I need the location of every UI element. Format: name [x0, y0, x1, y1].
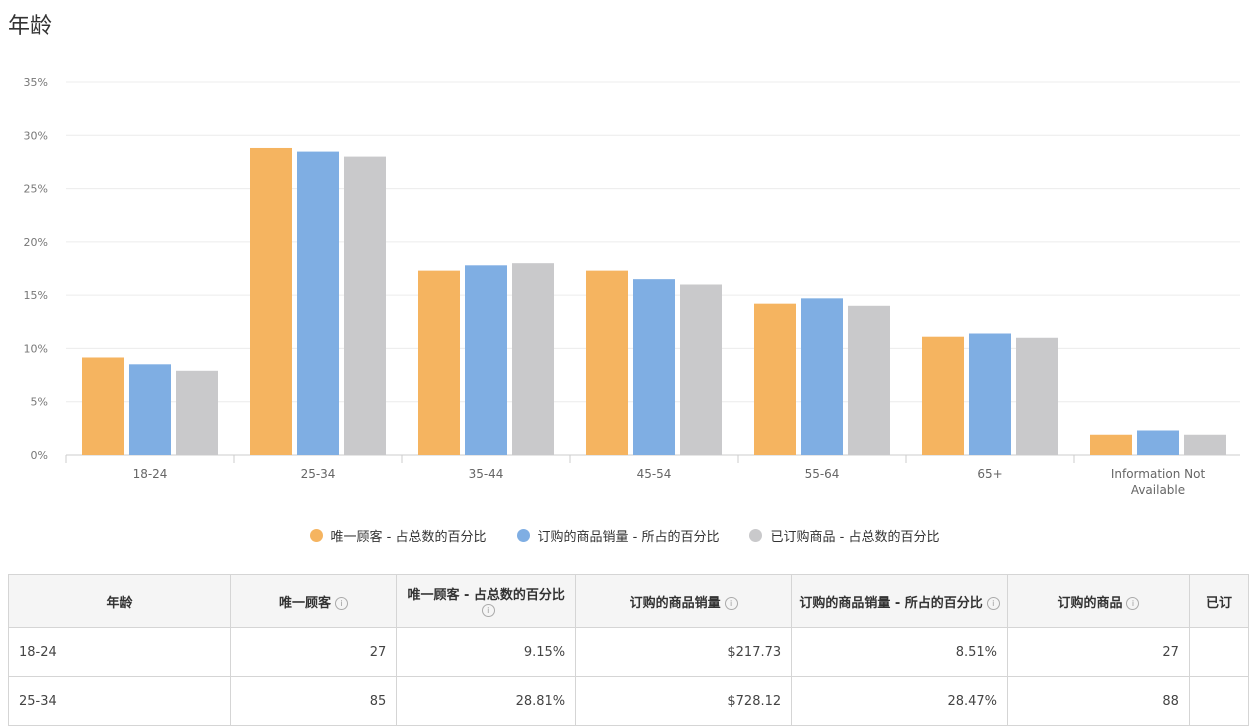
table-row: 18-24 27 9.15% $217.73 8.51% 27	[8, 627, 1249, 677]
y-tick-label: 30%	[24, 129, 48, 142]
y-tick-label: 5%	[31, 396, 48, 409]
bar-chart: 0% 5% 10% 15% 20% 25% 30% 35% 18-24 25-34 35-44 45-…	[24, 76, 1240, 497]
bar	[176, 370, 218, 455]
bar	[586, 270, 628, 455]
bar	[1137, 430, 1179, 455]
info-icon[interactable]: i	[986, 596, 1000, 610]
table-cell: $728.12	[575, 676, 793, 726]
legend-label: 订购的商品销量 - 所占的百分比	[537, 530, 720, 545]
table-header-cell[interactable]: 订购的商品 i	[1007, 574, 1190, 628]
bar	[344, 156, 386, 455]
header-label: 已订	[1205, 595, 1232, 611]
table-header-cell[interactable]: 年龄	[8, 574, 231, 628]
legend-swatch	[309, 529, 323, 542]
table-header-cell[interactable]: 已订	[1188, 574, 1249, 628]
x-tick-label: 65+	[977, 467, 1002, 481]
table-cell: 85	[229, 676, 398, 726]
table-cell	[1188, 627, 1249, 677]
x-tick-label: Information Not	[1111, 467, 1206, 481]
legend-swatch	[749, 529, 763, 542]
bar	[465, 265, 507, 455]
header-label: 年龄	[106, 595, 133, 611]
bar	[848, 305, 890, 455]
table-header-row: 年龄 唯一顾客 i 唯一顾客 - 占总数的百分比i 订购的商品销量 i 订购的商品销量 - …	[8, 574, 1249, 628]
table-cell: 88	[1007, 676, 1190, 726]
x-tick-label: 45-54	[637, 467, 672, 481]
legend-item[interactable]: 已订购商品 - 占总数的百分比	[749, 526, 939, 545]
x-tick-label: 35-44	[469, 467, 504, 481]
table-cell	[1188, 676, 1249, 726]
y-tick-label: 10%	[24, 342, 48, 355]
y-tick-label: 25%	[24, 183, 48, 196]
table-cell: 18-24	[8, 627, 231, 677]
bar	[512, 263, 554, 455]
x-tick-label: Available	[1131, 483, 1185, 497]
info-icon[interactable]: i	[1126, 596, 1140, 610]
table-row: 25-34 85 28.81% $728.12 28.47% 88	[8, 676, 1249, 726]
legend-swatch	[516, 529, 530, 542]
y-tick-label: 35%	[24, 76, 48, 89]
bar	[801, 298, 843, 455]
header-label: 唯一顾客 - 占总数的百分比	[407, 588, 565, 603]
legend-label: 唯一顾客 - 占总数的百分比	[330, 530, 487, 545]
table-cell: 28.47%	[791, 676, 1009, 726]
y-tick-label: 15%	[24, 289, 48, 302]
bar	[1184, 434, 1226, 455]
y-tick-label: 0%	[31, 449, 48, 462]
info-icon[interactable]: i	[335, 596, 349, 610]
table-cell: 9.15%	[396, 627, 577, 677]
x-tick-label: 55-64	[805, 467, 840, 481]
table-header-cell[interactable]: 订购的商品销量 - 所占的百分比 i	[791, 574, 1009, 628]
bar	[754, 303, 796, 455]
header-label: 订购的商品	[1057, 595, 1123, 611]
header-label: 订购的商品销量 - 所占的百分比	[799, 595, 983, 611]
table-header-cell[interactable]: 订购的商品销量 i	[575, 574, 793, 628]
table-header-cell[interactable]: 唯一顾客 i	[229, 574, 398, 628]
header-label: 唯一顾客	[279, 595, 332, 611]
table-cell: 25-34	[8, 676, 231, 726]
y-tick-label: 20%	[24, 236, 48, 249]
bar	[129, 364, 171, 455]
data-table: 年龄 唯一顾客 i 唯一顾客 - 占总数的百分比i 订购的商品销量 i 订购的商品销量 - …	[8, 574, 1249, 726]
legend-label: 已订购商品 - 占总数的百分比	[770, 530, 940, 545]
info-icon[interactable]: i	[481, 604, 495, 617]
x-tick-label: 18-24	[133, 467, 168, 481]
chart-legend: 唯一顾客 - 占总数的百分比 订购的商品销量 - 所占的百分比 已订购商品 - 占总…	[0, 526, 1249, 545]
bar	[418, 270, 460, 455]
x-tick-label: 25-34	[301, 467, 336, 481]
bar	[1090, 434, 1132, 455]
bar	[969, 333, 1011, 455]
bar	[680, 284, 722, 455]
bar	[633, 279, 675, 455]
table-cell: 27	[229, 627, 398, 677]
bar	[1016, 337, 1058, 455]
page-title: 年龄	[8, 14, 53, 39]
legend-item[interactable]: 订购的商品销量 - 所占的百分比	[516, 526, 720, 545]
legend-item[interactable]: 唯一顾客 - 占总数的百分比	[309, 526, 487, 545]
bar	[250, 147, 292, 455]
table-cell: 8.51%	[791, 627, 1009, 677]
table-cell: 27	[1007, 627, 1190, 677]
table-header-cell[interactable]: 唯一顾客 - 占总数的百分比i	[396, 574, 577, 628]
bar	[297, 151, 339, 456]
table-cell: 28.81%	[396, 676, 577, 726]
bar	[82, 357, 124, 455]
header-label: 订购的商品销量	[629, 595, 721, 611]
info-icon[interactable]: i	[724, 596, 738, 610]
bar	[922, 336, 964, 455]
table-cell: $217.73	[575, 627, 793, 677]
